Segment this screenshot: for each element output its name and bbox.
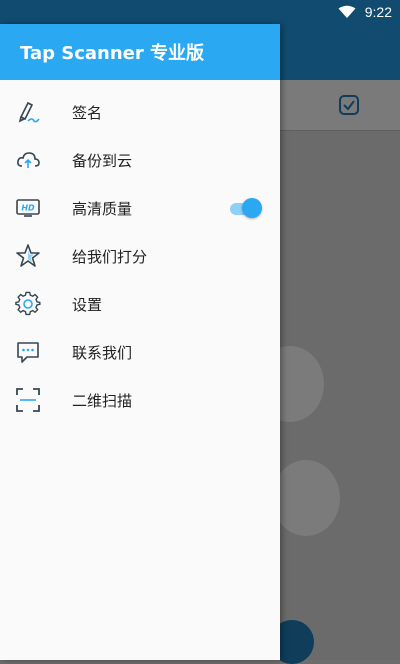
hd-quality-toggle[interactable]: [230, 198, 262, 220]
menu-label: 给我们打分: [72, 248, 148, 266]
drawer-title: Tap Scanner 专业版: [20, 43, 205, 64]
menu-label: 签名: [72, 104, 103, 122]
gear-icon: [15, 291, 41, 316]
menu-item-settings[interactable]: 设置: [0, 280, 280, 328]
menu-item-signature[interactable]: 签名: [0, 88, 280, 136]
menu-label: 备份到云: [72, 152, 133, 170]
cloud-upload-icon: [17, 152, 40, 168]
drawer-menu: 签名 备份到云 HD 高清质量 给我们打分 设置 联系我们 二维扫描: [0, 80, 280, 424]
drawer-header: Tap Scanner 专业版: [0, 24, 280, 80]
star-icon: [16, 244, 40, 267]
scan-frame-icon: [16, 388, 40, 412]
menu-label: 高清质量: [72, 200, 133, 218]
status-bar: 9:22: [0, 0, 400, 24]
status-time: 9:22: [364, 4, 392, 20]
chat-icon: [17, 342, 39, 363]
menu-item-qr-scan[interactable]: 二维扫描: [0, 376, 280, 424]
menu-item-hd-quality[interactable]: HD 高清质量: [0, 184, 280, 232]
signature-icon: [18, 101, 40, 123]
menu-item-cloud-backup[interactable]: 备份到云: [0, 136, 280, 184]
menu-label: 二维扫描: [72, 392, 133, 410]
svg-text:HD: HD: [21, 204, 35, 213]
menu-item-rate-us[interactable]: 给我们打分: [0, 232, 280, 280]
wifi-icon: [338, 5, 356, 18]
menu-item-contact-us[interactable]: 联系我们: [0, 328, 280, 376]
menu-label: 设置: [72, 296, 103, 314]
menu-label: 联系我们: [72, 344, 133, 362]
document-thumbnail-icon[interactable]: [272, 460, 340, 536]
checkbox-icon[interactable]: [338, 94, 360, 116]
toggle-thumb: [242, 198, 262, 218]
hd-icon: HD: [16, 199, 40, 217]
navigation-drawer: Tap Scanner 专业版 签名 备份到云 HD 高清质量 给我们打分 设置…: [0, 24, 280, 660]
